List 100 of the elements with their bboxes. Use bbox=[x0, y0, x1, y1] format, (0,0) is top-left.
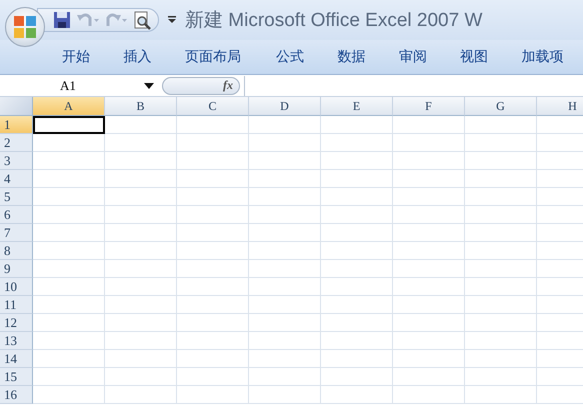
table-cell[interactable] bbox=[321, 350, 393, 368]
table-cell[interactable] bbox=[105, 350, 177, 368]
table-cell[interactable] bbox=[33, 170, 105, 188]
table-cell[interactable] bbox=[249, 206, 321, 224]
column-header[interactable]: E bbox=[321, 97, 393, 116]
row-header[interactable]: 8 bbox=[0, 242, 33, 260]
table-cell[interactable] bbox=[321, 296, 393, 314]
table-cell[interactable] bbox=[321, 242, 393, 260]
table-cell[interactable] bbox=[105, 116, 177, 134]
column-header[interactable]: D bbox=[249, 97, 321, 116]
table-cell[interactable] bbox=[249, 314, 321, 332]
table-cell[interactable] bbox=[393, 332, 465, 350]
row-header[interactable]: 6 bbox=[0, 206, 33, 224]
table-cell[interactable] bbox=[321, 260, 393, 278]
column-header[interactable]: A bbox=[33, 97, 105, 116]
row-header[interactable]: 13 bbox=[0, 332, 33, 350]
row-header[interactable]: 14 bbox=[0, 350, 33, 368]
table-cell[interactable] bbox=[321, 386, 393, 404]
column-header[interactable]: C bbox=[177, 97, 249, 116]
table-cell[interactable] bbox=[249, 116, 321, 134]
table-cell[interactable] bbox=[321, 116, 393, 134]
table-cell[interactable] bbox=[321, 188, 393, 206]
row-header[interactable]: 9 bbox=[0, 260, 33, 278]
table-cell[interactable] bbox=[465, 170, 537, 188]
row-header[interactable]: 2 bbox=[0, 134, 33, 152]
table-cell[interactable] bbox=[177, 206, 249, 224]
table-cell[interactable] bbox=[393, 260, 465, 278]
table-cell[interactable] bbox=[33, 260, 105, 278]
table-cell[interactable] bbox=[105, 278, 177, 296]
table-cell[interactable] bbox=[33, 278, 105, 296]
name-box[interactable]: A1 bbox=[0, 78, 158, 94]
table-cell[interactable] bbox=[393, 368, 465, 386]
table-cell[interactable] bbox=[249, 278, 321, 296]
table-cell[interactable] bbox=[105, 386, 177, 404]
dropdown-arrow-icon[interactable] bbox=[144, 82, 154, 88]
row-header[interactable]: 16 bbox=[0, 386, 33, 404]
table-cell[interactable] bbox=[33, 152, 105, 170]
table-cell[interactable] bbox=[177, 134, 249, 152]
table-cell[interactable] bbox=[393, 350, 465, 368]
table-cell[interactable] bbox=[177, 188, 249, 206]
table-cell[interactable] bbox=[33, 296, 105, 314]
table-cell[interactable] bbox=[177, 224, 249, 242]
table-cell[interactable] bbox=[465, 296, 537, 314]
table-cell[interactable] bbox=[393, 206, 465, 224]
table-cell[interactable] bbox=[33, 188, 105, 206]
table-cell[interactable] bbox=[465, 386, 537, 404]
table-cell[interactable] bbox=[465, 242, 537, 260]
table-cell[interactable] bbox=[465, 260, 537, 278]
table-cell[interactable] bbox=[33, 350, 105, 368]
ribbon-tab[interactable]: 审阅 bbox=[398, 48, 460, 66]
customize-dropdown-icon[interactable] bbox=[167, 15, 177, 25]
table-cell[interactable] bbox=[465, 278, 537, 296]
row-header[interactable]: 5 bbox=[0, 188, 33, 206]
table-cell[interactable] bbox=[393, 170, 465, 188]
table-cell[interactable] bbox=[321, 332, 393, 350]
table-cell[interactable] bbox=[465, 206, 537, 224]
table-cell[interactable] bbox=[249, 386, 321, 404]
table-cell[interactable] bbox=[249, 188, 321, 206]
table-cell[interactable] bbox=[249, 134, 321, 152]
table-cell[interactable] bbox=[249, 296, 321, 314]
row-header[interactable]: 3 bbox=[0, 152, 33, 170]
ribbon-tab[interactable]: 加载项 bbox=[522, 48, 583, 66]
table-cell[interactable] bbox=[177, 368, 249, 386]
table-cell[interactable] bbox=[393, 224, 465, 242]
table-cell[interactable] bbox=[177, 350, 249, 368]
row-header[interactable]: 11 bbox=[0, 296, 33, 314]
ribbon-tab[interactable]: 插入 bbox=[123, 48, 185, 66]
table-cell[interactable] bbox=[249, 368, 321, 386]
table-cell[interactable] bbox=[105, 242, 177, 260]
table-cell[interactable] bbox=[177, 332, 249, 350]
table-cell[interactable] bbox=[33, 242, 105, 260]
ribbon-tab[interactable]: 公式 bbox=[276, 48, 338, 66]
row-header[interactable]: 4 bbox=[0, 170, 33, 188]
table-cell[interactable] bbox=[177, 296, 249, 314]
column-header[interactable]: H bbox=[537, 97, 583, 116]
print-preview-icon[interactable] bbox=[132, 10, 152, 30]
table-cell[interactable] bbox=[249, 242, 321, 260]
table-cell[interactable] bbox=[321, 278, 393, 296]
table-cell[interactable] bbox=[393, 116, 465, 134]
table-cell[interactable] bbox=[465, 332, 537, 350]
table-cell[interactable] bbox=[249, 224, 321, 242]
ribbon-tab[interactable]: 开始 bbox=[62, 48, 124, 66]
table-cell[interactable] bbox=[321, 206, 393, 224]
row-header[interactable]: 1 bbox=[0, 116, 33, 134]
table-cell[interactable] bbox=[465, 224, 537, 242]
table-cell[interactable] bbox=[393, 386, 465, 404]
table-cell[interactable] bbox=[465, 350, 537, 368]
table-cell[interactable] bbox=[177, 242, 249, 260]
table-cell[interactable] bbox=[177, 386, 249, 404]
table-cell[interactable] bbox=[321, 170, 393, 188]
table-cell[interactable] bbox=[105, 152, 177, 170]
table-cell[interactable] bbox=[105, 332, 177, 350]
table-cell[interactable] bbox=[465, 314, 537, 332]
table-cell[interactable] bbox=[393, 188, 465, 206]
table-cell[interactable] bbox=[177, 314, 249, 332]
table-cell[interactable] bbox=[249, 152, 321, 170]
ribbon-tab[interactable]: 页面布局 bbox=[184, 48, 276, 66]
table-cell[interactable] bbox=[105, 206, 177, 224]
table-cell[interactable] bbox=[177, 278, 249, 296]
table-cell[interactable] bbox=[465, 134, 537, 152]
